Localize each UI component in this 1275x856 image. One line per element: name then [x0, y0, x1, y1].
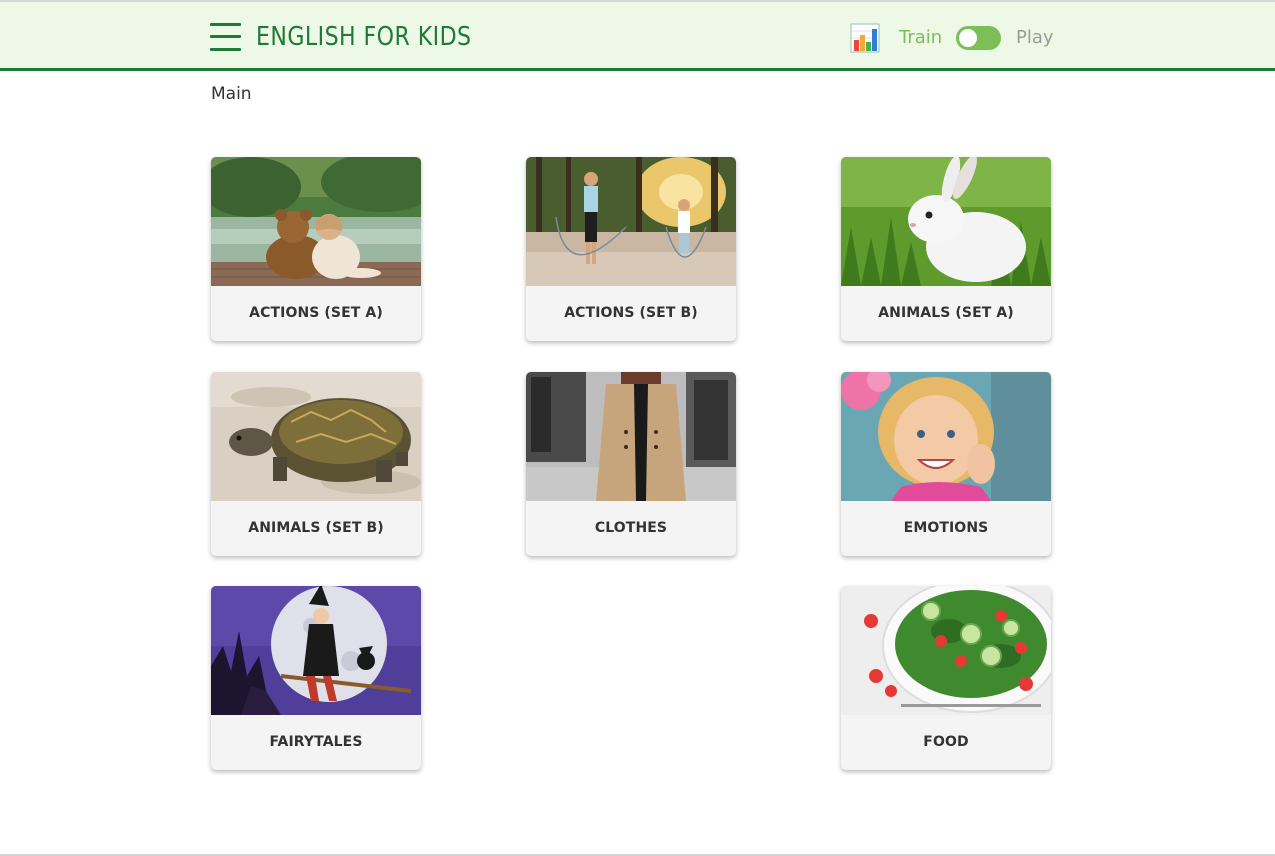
category-label: EMOTIONS — [903, 520, 989, 536]
category-card[interactable]: EMOTIONS — [841, 372, 1051, 556]
category-image — [211, 157, 421, 286]
category-label: ACTIONS (SET A) — [249, 305, 383, 321]
category-image — [211, 586, 421, 715]
category-image — [526, 157, 736, 286]
category-image — [526, 372, 736, 501]
category-image — [841, 586, 1051, 715]
category-label: ANIMALS (SET A) — [878, 305, 1014, 321]
category-card[interactable]: ANIMALS (SET A) — [841, 157, 1051, 341]
category-label: ACTIONS (SET B) — [564, 305, 698, 321]
category-card[interactable]: CLOTHES — [526, 372, 736, 556]
category-card[interactable]: ACTIONS (SET A) — [211, 157, 421, 341]
category-image — [841, 372, 1051, 501]
category-card[interactable]: FAIRYTALES — [211, 586, 421, 770]
category-label: CLOTHES — [594, 520, 668, 536]
category-image — [841, 157, 1051, 286]
category-image — [211, 372, 421, 501]
category-grid: ACTIONS (SET A) ACTIONS (SET B) ANIMALS … — [0, 0, 1275, 856]
category-card[interactable]: FOOD — [841, 586, 1051, 770]
category-card[interactable]: ANIMALS (SET B) — [211, 372, 421, 556]
category-label: ANIMALS (SET B) — [248, 520, 384, 536]
category-card[interactable]: ACTIONS (SET B) — [526, 157, 736, 341]
category-label: FAIRYTALES — [269, 734, 363, 750]
category-label: FOOD — [923, 734, 969, 750]
